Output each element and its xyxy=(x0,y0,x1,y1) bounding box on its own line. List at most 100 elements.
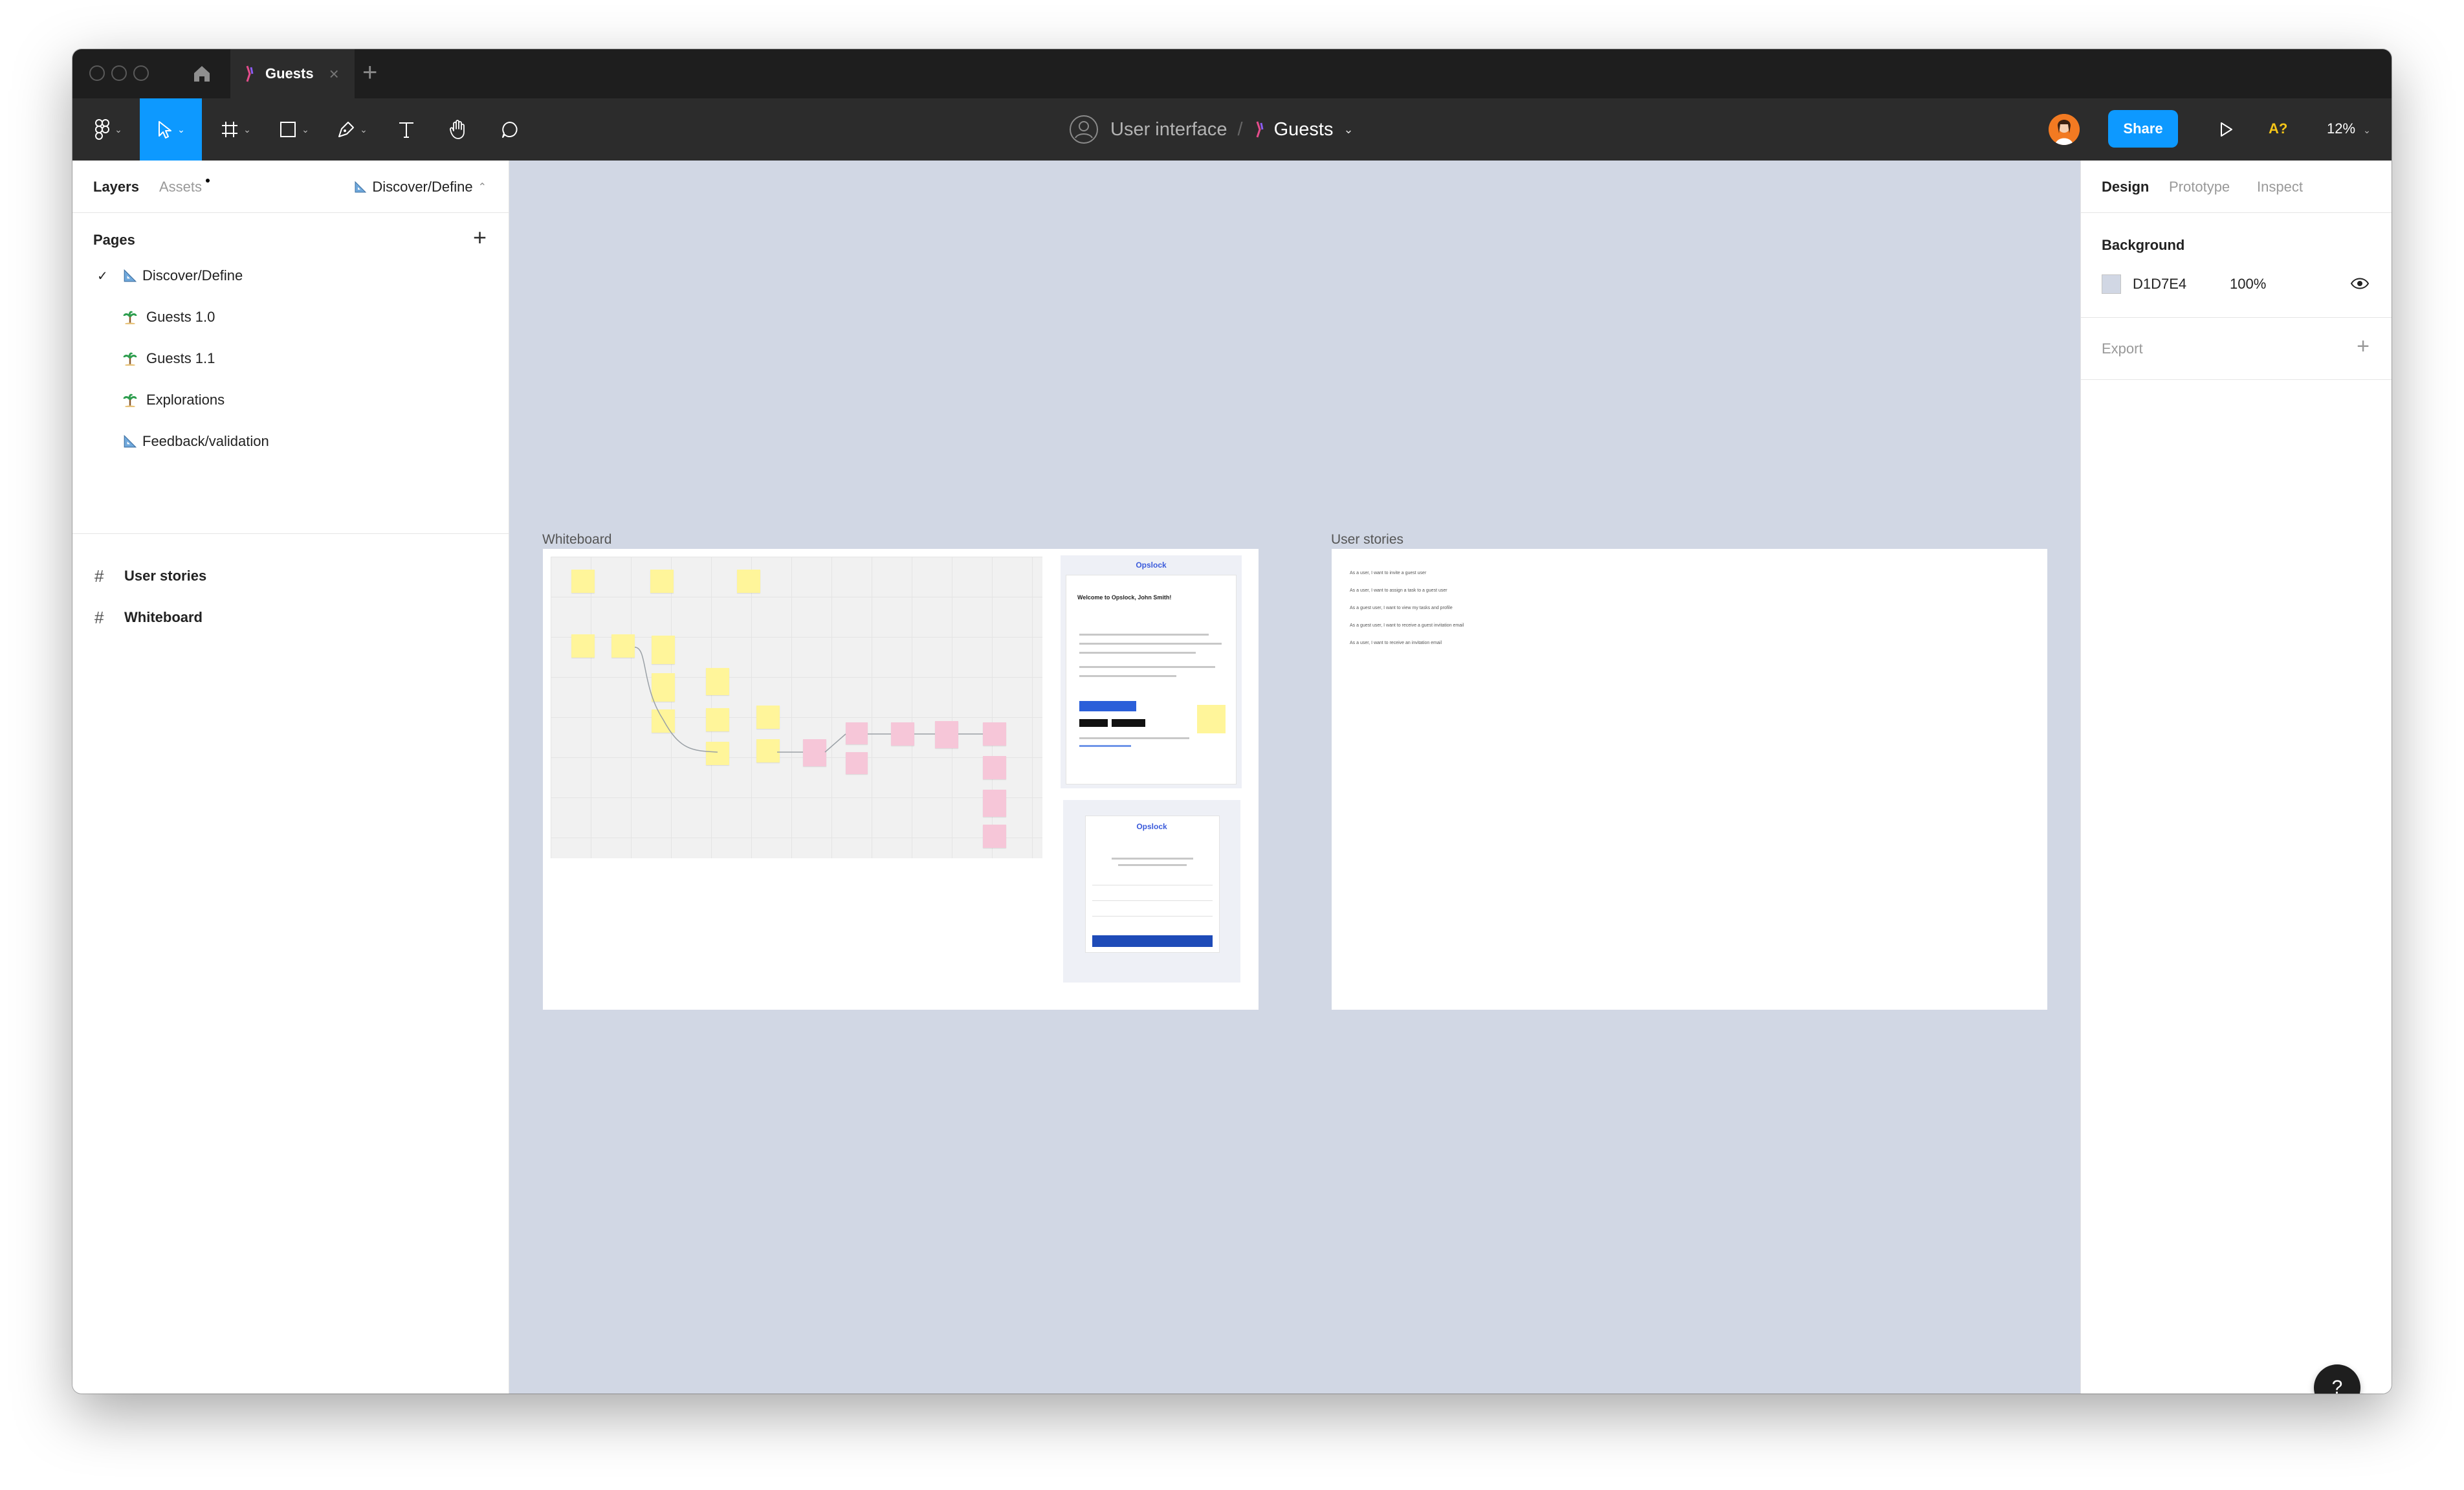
main-menu-button[interactable]: ⌄ xyxy=(85,98,131,161)
layer-label: User stories xyxy=(124,568,207,584)
breadcrumb-project[interactable]: User interface xyxy=(1110,119,1227,140)
home-icon[interactable] xyxy=(189,61,215,87)
add-page-button[interactable]: + xyxy=(473,224,487,251)
close-window-icon[interactable] xyxy=(89,65,105,81)
layer-item-whiteboard[interactable]: # Whiteboard xyxy=(72,597,509,638)
triangle-ruler-icon xyxy=(124,269,137,282)
whiteboard-frame[interactable]: Opslock Welcome to Opslock, John Smith! … xyxy=(543,549,1259,1010)
shape-tool-button[interactable]: ⌄ xyxy=(269,98,318,161)
pen-tool-button[interactable]: ⌄ xyxy=(327,98,377,161)
comment-icon xyxy=(502,122,518,138)
hand-tool-button[interactable] xyxy=(440,98,476,161)
help-button[interactable]: ? xyxy=(2314,1364,2360,1394)
chevron-down-icon: ⌄ xyxy=(115,124,122,135)
tab-layers[interactable]: Layers xyxy=(93,179,139,195)
sticky-note[interactable] xyxy=(1197,705,1226,733)
tab-design[interactable]: Design xyxy=(2102,179,2149,195)
user-stories-frame-label[interactable]: User stories xyxy=(1331,532,1403,548)
check-icon: ✓ xyxy=(97,269,108,284)
figma-window: Guests × + ⌄ ⌄ ⌄ ⌄ ⌄ User interface / Gu… xyxy=(72,49,2392,1394)
tab-assets[interactable]: Assets xyxy=(159,179,202,195)
page-item-guests-1-0[interactable]: Guests 1.0 xyxy=(72,296,509,338)
chevron-down-icon: ⌄ xyxy=(302,124,309,135)
rectangle-icon xyxy=(280,122,296,137)
email-body xyxy=(1066,575,1237,784)
triangle-ruler-icon xyxy=(355,181,367,193)
file-emoji-icon xyxy=(243,65,256,83)
maximize-window-icon[interactable] xyxy=(133,65,149,81)
team-avatar-icon[interactable] xyxy=(1069,115,1099,144)
add-export-button[interactable]: + xyxy=(2357,334,2370,359)
assets-notification-dot xyxy=(206,179,210,183)
submit-button[interactable] xyxy=(1092,935,1213,947)
sticky-board xyxy=(551,557,1042,858)
current-page-label: Discover/Define xyxy=(372,179,473,195)
email-brand: Opslock xyxy=(1136,561,1167,570)
frame-hash-icon xyxy=(222,122,238,137)
tab-label: Guests xyxy=(265,65,314,82)
right-panel-tabs: Design Prototype Inspect xyxy=(2081,161,2392,213)
tab-prototype[interactable]: Prototype xyxy=(2169,179,2230,195)
accessibility-check-button[interactable]: A? xyxy=(2269,120,2287,137)
eye-icon[interactable] xyxy=(2350,276,2370,291)
background-hex-input[interactable]: D1D7E4 xyxy=(2133,276,2186,293)
chevron-down-icon: ⌄ xyxy=(177,124,185,135)
left-panel: Layers Assets Discover/Define ⌃ Pages + … xyxy=(72,161,509,1394)
zoom-value: 12% xyxy=(2327,120,2356,137)
file-tab[interactable]: Guests × xyxy=(230,49,355,98)
chevron-up-icon: ⌃ xyxy=(478,182,487,193)
story-line: As a user, I want to receive an invitati… xyxy=(1350,641,1442,645)
breadcrumb-separator: / xyxy=(1237,118,1243,140)
divider xyxy=(2081,379,2392,380)
pages-title: Pages xyxy=(93,232,135,248)
breadcrumb: User interface / Guests ⌄ xyxy=(1069,98,1354,161)
hand-icon xyxy=(450,120,465,139)
canvas[interactable]: Whiteboard Opslock Welcome to Opslock, J… xyxy=(509,161,2080,1394)
story-line: As a user, I want to assign a task to a … xyxy=(1350,588,1447,593)
background-color-swatch[interactable] xyxy=(2102,274,2121,294)
chevron-down-icon: ⌄ xyxy=(243,124,251,135)
set-password-mockup[interactable]: Opslock xyxy=(1063,800,1240,983)
page-label: Discover/Define xyxy=(142,267,243,284)
google-play-badge xyxy=(1112,719,1145,727)
email-cta-button[interactable] xyxy=(1079,701,1136,711)
share-button[interactable]: Share xyxy=(2108,110,2178,148)
page-item-explorations[interactable]: Explorations xyxy=(72,379,509,421)
welcome-email-mockup[interactable]: Opslock Welcome to Opslock, John Smith! xyxy=(1061,555,1242,788)
cursor-icon xyxy=(159,121,172,139)
present-button[interactable] xyxy=(2208,98,2244,161)
text-tool-button[interactable] xyxy=(388,98,424,161)
page-selector[interactable]: Discover/Define ⌃ xyxy=(354,179,487,195)
page-item-feedback-validation[interactable]: Feedback/validation xyxy=(72,421,509,462)
page-item-discover-define[interactable]: ✓ Discover/Define xyxy=(72,255,509,296)
user-stories-frame[interactable]: As a user, I want to invite a guest user… xyxy=(1332,549,2047,1010)
tab-inspect[interactable]: Inspect xyxy=(2257,179,2303,195)
layer-item-user-stories[interactable]: # User stories xyxy=(72,555,509,597)
pen-icon xyxy=(338,122,355,137)
left-panel-tabs: Layers Assets Discover/Define ⌃ xyxy=(72,161,509,213)
minimize-window-icon[interactable] xyxy=(111,65,127,81)
frame-tool-button[interactable]: ⌄ xyxy=(211,98,260,161)
tab-close-icon[interactable]: × xyxy=(329,64,339,84)
breadcrumb-file[interactable]: Guests xyxy=(1274,119,1334,140)
palm-tree-icon xyxy=(123,311,137,324)
frame-hash-icon: # xyxy=(94,607,104,627)
page-label: Explorations xyxy=(146,392,225,408)
new-tab-button[interactable]: + xyxy=(362,58,377,87)
avatar[interactable] xyxy=(2049,114,2080,145)
chevron-down-icon[interactable]: ⌄ xyxy=(1343,123,1353,137)
divider xyxy=(72,533,509,534)
page-item-guests-1-1[interactable]: Guests 1.1 xyxy=(72,338,509,379)
frame-hash-icon: # xyxy=(94,566,104,586)
figma-logo-icon xyxy=(95,119,110,140)
whiteboard-frame-label[interactable]: Whiteboard xyxy=(542,532,611,548)
toolbar: ⌄ ⌄ ⌄ ⌄ ⌄ User interface / Guests ⌄ Shar… xyxy=(72,98,2392,161)
comment-tool-button[interactable] xyxy=(492,98,528,161)
story-line: As a user, I want to invite a guest user xyxy=(1350,571,1427,575)
move-tool-button[interactable]: ⌄ xyxy=(140,98,202,161)
chevron-down-icon: ⌄ xyxy=(2363,125,2371,135)
background-opacity-input[interactable]: 100% xyxy=(2230,276,2266,293)
form-brand: Opslock xyxy=(1136,822,1167,831)
app-store-badge xyxy=(1079,719,1108,727)
zoom-dropdown[interactable]: 12% ⌄ xyxy=(2327,120,2371,137)
